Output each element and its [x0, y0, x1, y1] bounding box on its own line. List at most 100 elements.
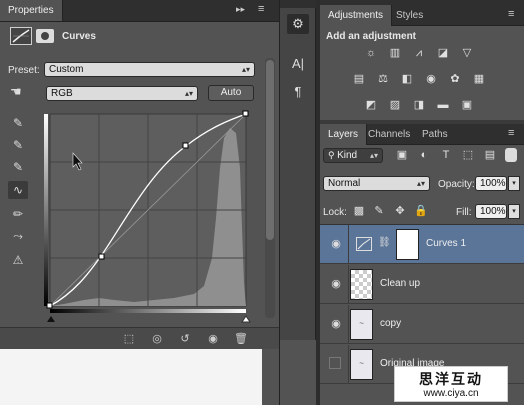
fill-input[interactable]: 100% — [475, 204, 507, 219]
panel-menu-icon[interactable]: ≡ — [258, 3, 264, 15]
color-balance-icon[interactable]: ⚖ — [374, 71, 392, 87]
curve-point[interactable] — [98, 253, 105, 260]
lock-all-icon[interactable]: 🔒 — [412, 203, 430, 219]
posterize-icon[interactable]: ▨ — [386, 97, 404, 113]
clip-to-layer-icon[interactable]: ⬚ — [116, 328, 142, 350]
layer-mask-thumbnail[interactable] — [396, 229, 419, 260]
on-image-adjust-icon[interactable]: ☚ — [10, 84, 22, 100]
channel-mixer-icon[interactable]: ✿ — [446, 71, 464, 87]
threshold-icon[interactable]: ◨ — [410, 97, 428, 113]
photo-filter-icon[interactable]: ◉ — [422, 71, 440, 87]
tab-channels[interactable]: Channels — [360, 124, 418, 145]
trash-icon[interactable]: 🗑 — [228, 328, 254, 350]
panel-title: Curves — [62, 31, 96, 42]
properties-footer: ⬚ ◎ ↺ ◉ 🗑 — [0, 327, 279, 349]
view-previous-icon[interactable]: ◎ — [144, 328, 170, 350]
visibility-eye-icon[interactable]: ◉ — [328, 317, 344, 331]
watermark: 思洋互动 www.ciya.cn — [394, 366, 508, 402]
fill-slider-toggle[interactable]: ▾ — [508, 204, 520, 219]
watermark-url: www.ciya.cn — [423, 388, 479, 399]
panel-menu-icon[interactable]: ≡ — [508, 127, 514, 139]
curves-graph[interactable] — [44, 108, 254, 330]
mask-icon[interactable] — [36, 29, 54, 43]
visibility-eye-icon[interactable]: ◉ — [200, 328, 226, 350]
vibrance-icon[interactable]: ▽ — [458, 45, 476, 61]
layer-thumbnail: ~ — [350, 349, 373, 380]
exposure-icon[interactable]: ◪ — [434, 45, 452, 61]
layer-row-copy[interactable]: ◉ ~ copy — [320, 305, 524, 344]
paragraph-dock-icon[interactable]: ¶ — [287, 82, 309, 102]
invert-icon[interactable]: ◩ — [362, 97, 380, 113]
layer-name[interactable]: Clean up — [380, 278, 420, 289]
visibility-eye-icon[interactable]: ◉ — [328, 277, 344, 291]
fill-label: Fill: — [456, 207, 472, 218]
properties-tabbar: Properties ▸▸ ≡ — [0, 0, 279, 22]
search-icon: ⚲ — [328, 150, 338, 160]
clipping-warning-icon[interactable]: ⚠ — [8, 251, 28, 269]
filter-smart-object-icon[interactable]: ▤ — [481, 147, 499, 163]
curves-adjustment-icon — [356, 237, 372, 251]
filter-type-icon[interactable]: T — [437, 147, 455, 163]
chevron-updown-icon: ▴▾ — [184, 89, 193, 98]
selective-color-icon[interactable]: ▣ — [458, 97, 476, 113]
collapse-icon[interactable]: ▸▸ — [236, 4, 245, 15]
curve-point[interactable] — [46, 302, 53, 309]
tab-paths[interactable]: Paths — [414, 124, 456, 145]
chevron-updown-icon: ▴▾ — [369, 151, 378, 160]
opacity-input[interactable]: 100% — [475, 176, 507, 191]
layer-row-curves[interactable]: ◉ ⛓ Curves 1 — [320, 225, 524, 264]
color-lookup-icon[interactable]: ▦ — [470, 71, 488, 87]
filter-toggle[interactable] — [505, 148, 517, 162]
curve-edit-icon[interactable]: ∿ — [8, 181, 28, 199]
gradient-map-icon[interactable]: ▬ — [434, 97, 452, 113]
visibility-eye-icon[interactable]: ◉ — [328, 237, 344, 251]
pencil-icon[interactable]: ✏ — [8, 205, 28, 223]
visibility-toggle-empty[interactable] — [329, 357, 341, 369]
chevron-updown-icon: ▴▾ — [416, 179, 425, 188]
eyedropper-gray-icon[interactable]: ✎ — [8, 136, 28, 154]
filter-pixel-icon[interactable]: ▣ — [393, 147, 411, 163]
filter-kind-dropdown[interactable]: ⚲ Kind ▴▾ — [323, 148, 383, 163]
channel-value: RGB — [51, 88, 73, 99]
output-gradient — [44, 114, 48, 306]
curves-icon[interactable]: ⩘ — [410, 45, 428, 61]
layer-name[interactable]: Curves 1 — [426, 238, 466, 249]
chevron-updown-icon: ▴▾ — [241, 65, 250, 74]
tab-properties[interactable]: Properties — [0, 0, 63, 21]
character-dock-icon[interactable]: A| — [287, 54, 309, 74]
filter-adjustment-icon[interactable]: ◐ — [415, 147, 433, 163]
curve-point[interactable] — [182, 142, 189, 149]
layer-name[interactable]: copy — [380, 318, 401, 329]
brightness-icon[interactable]: ☼ — [362, 45, 380, 61]
auto-button[interactable]: Auto — [208, 85, 254, 101]
document-canvas — [0, 349, 262, 405]
lock-transparent-icon[interactable]: ▩ — [350, 203, 368, 219]
blend-mode-dropdown[interactable]: Normal ▴▾ — [323, 176, 430, 191]
black-white-icon[interactable]: ◧ — [398, 71, 416, 87]
tab-adjustments[interactable]: Adjustments — [320, 5, 393, 26]
lock-position-icon[interactable]: ✥ — [391, 203, 409, 219]
properties-dock-icon[interactable]: ⚙ — [287, 14, 309, 34]
hue-saturation-icon[interactable]: ▤ — [350, 71, 368, 87]
preset-value: Custom — [49, 64, 84, 75]
lock-label: Lock: — [323, 207, 347, 218]
filter-shape-icon[interactable]: ⬚ — [459, 147, 477, 163]
scrollbar-thumb[interactable] — [266, 60, 274, 240]
channel-dropdown[interactable]: RGB ▴▾ — [46, 86, 198, 101]
panel-menu-icon[interactable]: ≡ — [508, 8, 514, 20]
curve-point[interactable] — [242, 110, 249, 117]
levels-icon[interactable]: ▥ — [386, 45, 404, 61]
opacity-slider-toggle[interactable]: ▾ — [508, 176, 520, 191]
panel-dock-strip: ⚙ A| ¶ — [279, 0, 316, 405]
eyedropper-black-icon[interactable]: ✎ — [8, 114, 28, 132]
link-icon[interactable]: ⛓ — [378, 237, 391, 248]
layers-tabbar: Layers Channels Paths ≡ — [320, 124, 524, 145]
lock-paint-icon[interactable]: ✎ — [370, 203, 388, 219]
layer-row-cleanup[interactable]: ◉ Clean up — [320, 265, 524, 304]
reset-icon[interactable]: ↺ — [172, 328, 198, 350]
smooth-icon[interactable]: ⤳ — [8, 227, 28, 245]
preset-dropdown[interactable]: Custom ▴▾ — [44, 62, 255, 77]
eyedropper-white-icon[interactable]: ✎ — [8, 158, 28, 176]
tab-styles[interactable]: Styles — [388, 5, 431, 26]
curves-adjustment-icon — [10, 27, 32, 45]
